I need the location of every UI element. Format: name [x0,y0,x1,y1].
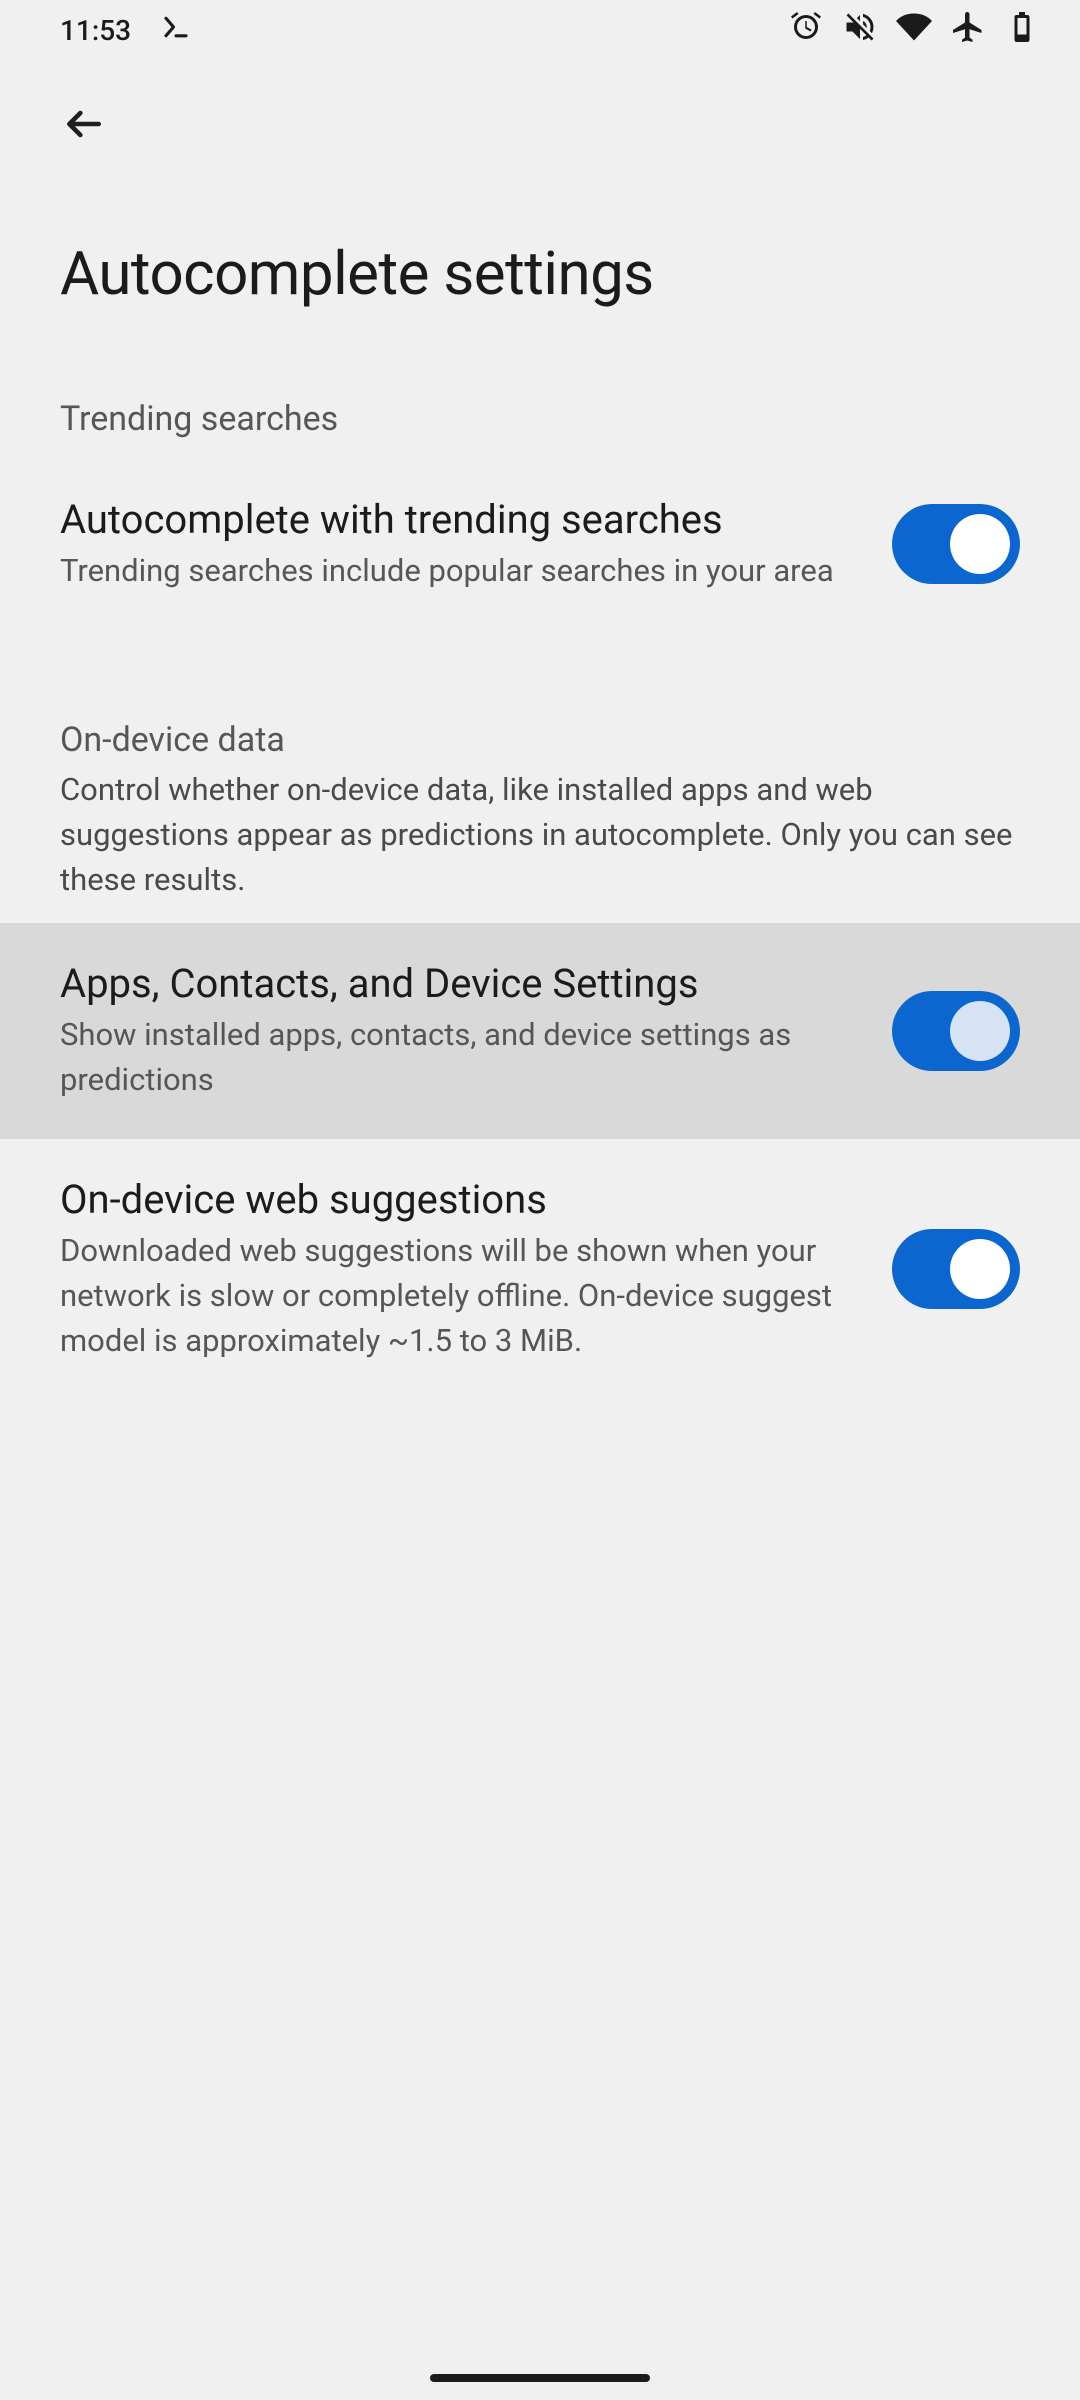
setting-title: Apps, Contacts, and Device Settings [60,959,852,1009]
gesture-nav-bar[interactable] [430,2374,650,2382]
top-bar [0,60,1080,168]
section-title: On-device data [60,720,1020,760]
wifi-icon [896,9,932,52]
setting-subtitle: Downloaded web suggestions will be shown… [60,1229,852,1364]
section-desc: Control whether on-device data, like ins… [60,768,1020,903]
toggle-web-suggestions[interactable] [892,1229,1020,1309]
terminal-icon [161,12,191,49]
setting-apps-contacts[interactable]: Apps, Contacts, and Device Settings Show… [0,923,1080,1139]
setting-title: On-device web suggestions [60,1175,852,1225]
setting-text: Autocomplete with trending searches Tren… [60,495,852,594]
toggle-knob [950,1001,1010,1061]
status-bar: 11:53 [0,0,1080,60]
toggle-knob [950,1239,1010,1299]
arrow-left-icon [62,102,106,146]
airplane-icon [950,9,986,52]
section-header-trending: Trending searches [0,369,1080,459]
section-header-ondevice: On-device data Control whether on-device… [0,690,1080,923]
setting-text: Apps, Contacts, and Device Settings Show… [60,959,852,1103]
setting-subtitle: Show installed apps, contacts, and devic… [60,1013,852,1103]
alarm-icon [788,9,824,52]
mute-icon [842,9,878,52]
status-left: 11:53 [60,12,191,49]
setting-title: Autocomplete with trending searches [60,495,852,545]
toggle-knob [950,514,1010,574]
toggle-apps-contacts[interactable] [892,991,1020,1071]
battery-icon [1004,9,1040,52]
setting-web-suggestions[interactable]: On-device web suggestions Downloaded web… [0,1139,1080,1400]
setting-trending-searches[interactable]: Autocomplete with trending searches Tren… [0,459,1080,630]
section-title: Trending searches [60,399,1020,439]
setting-text: On-device web suggestions Downloaded web… [60,1175,852,1364]
back-button[interactable] [60,100,108,148]
toggle-trending-searches[interactable] [892,504,1020,584]
status-right [788,9,1040,52]
setting-subtitle: Trending searches include popular search… [60,549,852,594]
page-title: Autocomplete settings [0,168,1080,369]
status-time: 11:53 [60,14,131,47]
